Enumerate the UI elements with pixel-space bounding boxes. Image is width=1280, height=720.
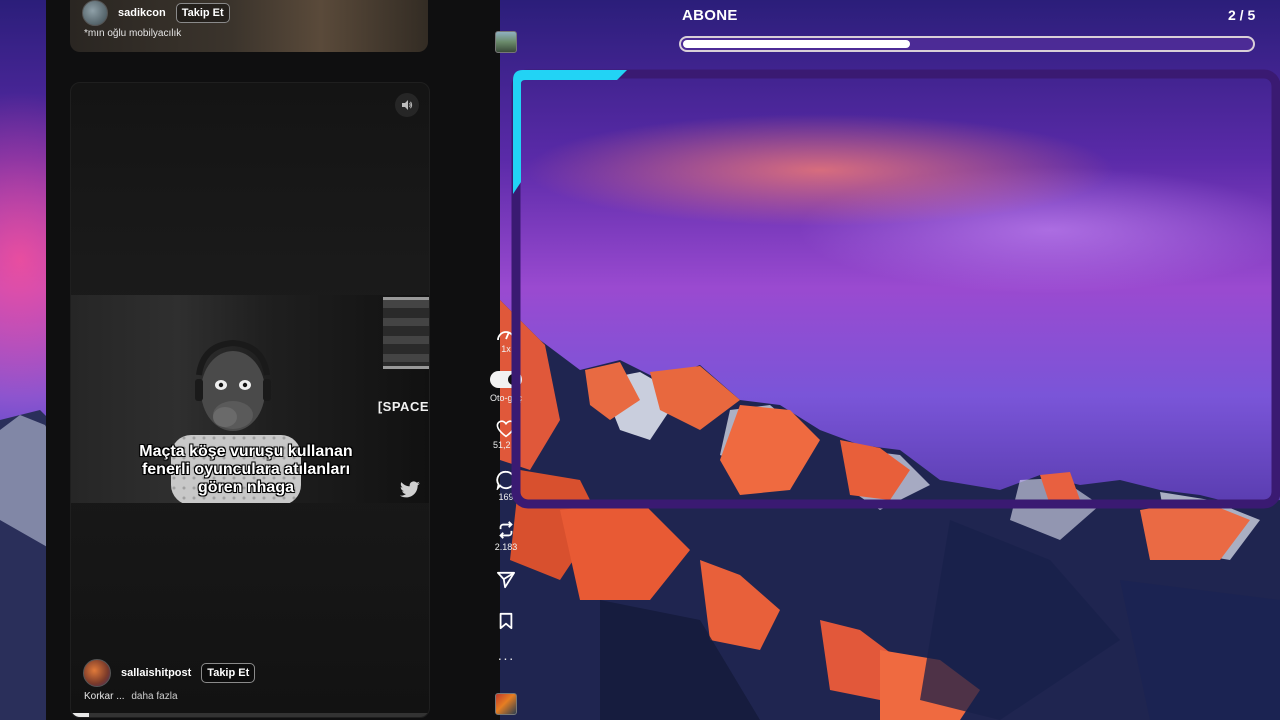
previous-video-card[interactable]: sadikcon Takip Et *mın oğlu mobilyacılık [70, 0, 428, 52]
caption-line: fenerli oyunculara atılanları [141, 461, 351, 478]
meme-caption: Maçta köşe vuruşu kullanan fenerli oyunc… [121, 443, 371, 497]
repost-count: 2.183 [494, 542, 518, 552]
video-progress-bar[interactable] [71, 713, 429, 717]
repost-icon [499, 521, 513, 539]
follow-button[interactable]: Takip Et [201, 663, 256, 683]
goal-title: ABONE [682, 7, 738, 24]
thumbnail-image [495, 693, 517, 715]
next-thumbnail-button[interactable] [476, 693, 536, 715]
author-avatar[interactable] [82, 0, 108, 26]
bookmark-icon [499, 612, 513, 630]
video-frame[interactable]: [SPACE Maçta köşe vuruşu kullanan fenerl… [71, 295, 429, 503]
description-text: Korkar ... [84, 691, 125, 702]
watermark-text: [SPACE [377, 399, 429, 414]
webcam-frame [511, 69, 1280, 509]
author-avatar[interactable] [83, 659, 111, 687]
current-post-author-row: sallaishitpost Takip Et [83, 659, 256, 687]
goal-progress-bar [679, 36, 1255, 52]
current-video-card[interactable]: [SPACE Maçta köşe vuruşu kullanan fenerl… [70, 82, 430, 718]
previous-post-author-row: sadikcon Takip Et [82, 0, 230, 26]
send-icon [497, 571, 515, 589]
frame-accent-corner [513, 70, 627, 194]
short-video-feed-panel: sadikcon Takip Et *mın oğlu mobilyacılık [46, 0, 522, 720]
background-window [383, 297, 429, 369]
more-options-button[interactable]: ··· [476, 650, 536, 666]
thumbnail-image [495, 31, 517, 53]
more-icon: ··· [498, 0, 515, 4]
video-description: Korkar ... daha fazla [84, 691, 178, 702]
goal-progress-text: 2 / 5 [1228, 7, 1256, 23]
webcam-frame-border [511, 69, 1280, 509]
goal-progress-fill [683, 40, 911, 48]
caption-line: gören nhaga [197, 479, 294, 496]
repost-button[interactable]: 2.183 [476, 520, 536, 552]
caption-line: Maçta köşe vuruşu kullanan [139, 443, 353, 460]
video-progress-fill [71, 713, 89, 717]
twitter-icon [399, 481, 420, 498]
follow-button[interactable]: Takip Et [175, 3, 230, 23]
previous-thumbnail-button[interactable] [476, 31, 536, 53]
author-name[interactable]: sallaishitpost [121, 667, 191, 679]
video-caption: *mın oğlu mobilyacılık [84, 28, 182, 39]
volume-button[interactable] [395, 93, 419, 117]
show-more-link[interactable]: daha fazla [131, 691, 177, 702]
more-options-button[interactable]: ··· [476, 0, 536, 4]
save-button[interactable] [476, 612, 536, 630]
volume-icon [402, 100, 413, 110]
share-button[interactable] [476, 571, 536, 589]
author-name[interactable]: sadikcon [118, 7, 166, 19]
more-icon: ··· [497, 650, 515, 666]
